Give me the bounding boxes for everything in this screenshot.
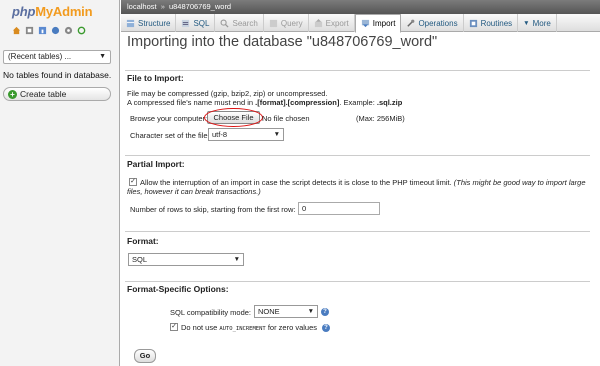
phpmyadmin-logo[interactable]: phpMyAdmin (12, 4, 93, 19)
skip-rows-label: Number of rows to skip, starting from th… (130, 205, 296, 214)
export-icon (314, 18, 322, 27)
chevron-down-icon: ▼ (273, 131, 280, 138)
format-options-heading: Format-Specific Options: (127, 284, 229, 294)
chevron-down-icon: ▼ (99, 53, 106, 60)
page-title: Importing into the database "u848706769_… (127, 34, 438, 50)
tab-export[interactable]: Export (309, 14, 355, 32)
format-select[interactable]: SQL ▼ (128, 253, 244, 266)
tab-bar: Structure SQL Search Query Export Import… (121, 14, 600, 33)
chevron-down-icon: ▼ (233, 256, 240, 263)
reload-icon[interactable] (77, 26, 86, 35)
divider (125, 155, 590, 156)
tab-operations[interactable]: Operations (401, 14, 464, 32)
partial-import-heading: Partial Import: (127, 159, 185, 169)
operations-icon (407, 19, 415, 27)
charset-label: Character set of the file: (130, 131, 210, 140)
tab-more[interactable]: ▼ More (518, 14, 557, 32)
tab-routines[interactable]: Routines (464, 14, 519, 32)
no-file-chosen: No file chosen (262, 114, 310, 123)
compat-mode-select[interactable]: NONE ▼ (254, 305, 318, 318)
import-icon (361, 19, 369, 28)
settings-icon[interactable] (64, 26, 73, 35)
allow-interrupt-note: files, however it can break transactions… (127, 187, 261, 196)
skip-rows-input[interactable]: 0 (298, 202, 380, 215)
go-button[interactable]: Go (134, 349, 156, 363)
divider (125, 70, 590, 71)
help-icon[interactable]: ? (321, 308, 329, 316)
navigation-panel: phpMyAdmin (Recent tables) ... ▼ No tabl… (0, 0, 120, 366)
breadcrumb-server[interactable]: localhost (127, 2, 157, 11)
info-icon[interactable] (38, 26, 47, 35)
divider (125, 281, 590, 282)
home-icon[interactable] (12, 26, 21, 35)
query-icon (269, 19, 277, 27)
charset-select[interactable]: utf-8 ▼ (208, 128, 284, 141)
help-icon[interactable] (51, 26, 60, 35)
allow-interrupt-label: Allow the interruption of an import in c… (140, 178, 586, 187)
chevron-down-icon: ▼ (307, 308, 314, 315)
routines-icon (469, 19, 477, 27)
sql-icon (182, 19, 190, 27)
exit-icon[interactable] (25, 26, 34, 35)
max-upload-size: (Max: 256MiB) (356, 114, 405, 123)
compat-mode-label: SQL compatibility mode: (170, 308, 252, 317)
no-auto-increment-label: Do not use AUTO_INCREMENT for zero value… (181, 323, 318, 332)
create-table-button[interactable]: + Create table (3, 87, 111, 101)
help-icon[interactable]: ? (322, 324, 330, 332)
chevron-down-icon: ▼ (523, 19, 530, 27)
breadcrumb: localhost » u848706769_word (121, 0, 600, 14)
structure-icon (126, 19, 135, 27)
recent-tables-select[interactable]: (Recent tables) ... ▼ (3, 50, 111, 64)
format-heading: Format: (127, 236, 159, 246)
no-auto-increment-checkbox[interactable]: ✓ (170, 323, 178, 331)
tab-query[interactable]: Query (264, 14, 309, 32)
highlight-circle (204, 108, 263, 127)
breadcrumb-database[interactable]: u848706769_word (169, 2, 231, 11)
file-import-heading: File to Import: (127, 73, 184, 83)
plus-icon: + (8, 90, 17, 99)
no-tables-message: No tables found in database. (3, 70, 112, 80)
search-icon (221, 19, 230, 28)
filename-note: A compressed file's name must end in .[f… (127, 98, 403, 107)
divider (125, 231, 590, 232)
tab-import[interactable]: Import (354, 14, 402, 33)
allow-interrupt-checkbox[interactable]: ✓ (129, 178, 137, 186)
browse-label: Browse your computer: (130, 114, 208, 123)
tab-sql[interactable]: SQL (176, 14, 216, 32)
nav-icon-row (12, 26, 86, 35)
tab-structure[interactable]: Structure (121, 14, 177, 32)
compression-note: File may be compressed (gzip, bzip2, zip… (127, 89, 328, 98)
breadcrumb-separator: » (160, 2, 165, 11)
tab-search[interactable]: Search (215, 14, 264, 32)
